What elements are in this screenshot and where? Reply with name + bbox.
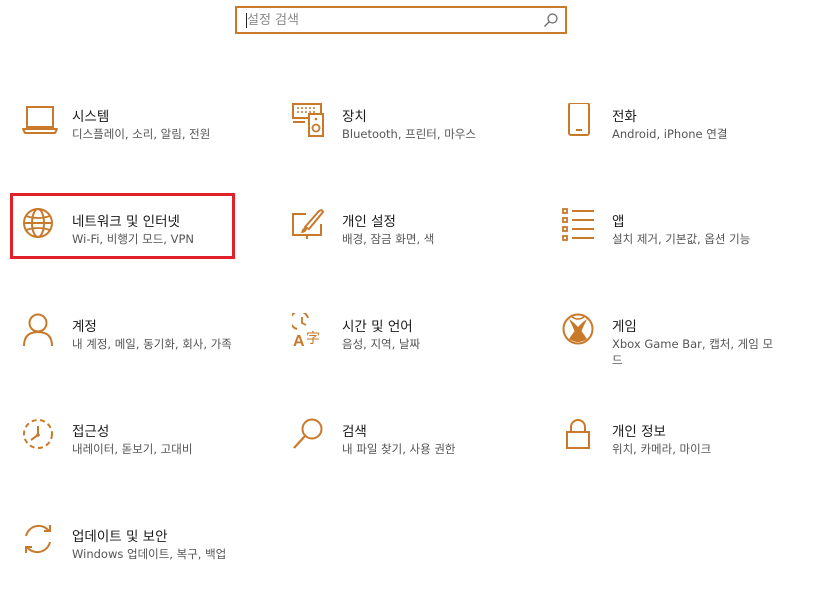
category-description: Xbox Game Bar, 캡처, 게임 모드 [612, 337, 774, 367]
devices-icon [292, 103, 328, 139]
category-ease-of-access[interactable]: 접근성 내레이터, 돋보기, 고대비 [22, 418, 267, 498]
category-update-security[interactable]: 업데이트 및 보안 Windows 업데이트, 복구, 백업 [22, 523, 267, 597]
category-title: 앱 [612, 214, 625, 230]
category-description: Android, iPhone 연결 [612, 127, 728, 141]
category-gaming[interactable]: 게임 Xbox Game Bar, 캡처, 게임 모드 [562, 313, 807, 393]
category-title: 계정 [72, 319, 97, 335]
category-description: 음성, 지역, 날짜 [342, 337, 421, 351]
svg-text:字: 字 [306, 331, 320, 347]
paint-brush-icon [292, 208, 328, 244]
category-devices[interactable]: 장치 Bluetooth, 프린터, 마우스 [292, 103, 537, 183]
lock-icon [562, 418, 598, 454]
settings-home: 시스템 디스플레이, 소리, 알림, 전원 장치 Bluetooth, 프린터,… [0, 0, 813, 597]
category-title: 시간 및 언어 [342, 319, 413, 335]
category-accounts[interactable]: 계정 내 계정, 메일, 동기화, 회사, 가족 [22, 313, 267, 393]
apps-list-icon [562, 208, 598, 244]
globe-icon [22, 208, 58, 244]
person-icon [22, 313, 58, 349]
category-title: 접근성 [72, 424, 110, 440]
category-phone[interactable]: 전화 Android, iPhone 연결 [562, 103, 807, 183]
category-system[interactable]: 시스템 디스플레이, 소리, 알림, 전원 [22, 103, 267, 183]
category-apps[interactable]: 앱 설치 제거, 기본값, 옵션 기능 [562, 208, 807, 288]
category-title: 개인 설정 [342, 214, 396, 230]
category-network[interactable]: 네트워크 및 인터넷 Wi-Fi, 비행기 모드, VPN [22, 208, 267, 288]
category-description: 내 계정, 메일, 동기화, 회사, 가족 [72, 337, 232, 351]
category-title: 업데이트 및 보안 [72, 529, 168, 545]
category-description: Windows 업데이트, 복구, 백업 [72, 547, 227, 561]
category-privacy[interactable]: 개인 정보 위치, 카메라, 마이크 [562, 418, 807, 498]
category-title: 개인 정보 [612, 424, 666, 440]
xbox-icon [562, 313, 598, 349]
category-title: 시스템 [72, 109, 110, 125]
sync-icon [22, 523, 58, 559]
category-description: 설치 제거, 기본값, 옵션 기능 [612, 232, 751, 246]
category-title: 네트워크 및 인터넷 [72, 214, 180, 230]
magnifier-icon [292, 418, 328, 454]
laptop-icon [22, 103, 58, 139]
category-search[interactable]: 검색 내 파일 찾기, 사용 권한 [292, 418, 537, 498]
category-time-language[interactable]: A 字 시간 및 언어 음성, 지역, 날짜 [292, 313, 537, 393]
phone-icon [562, 103, 598, 139]
language-icon: A 字 [292, 313, 328, 349]
search-icon[interactable] [543, 12, 559, 28]
svg-text:A: A [293, 333, 305, 349]
category-description: Bluetooth, 프린터, 마우스 [342, 127, 476, 141]
category-description: 내레이터, 돋보기, 고대비 [72, 442, 193, 456]
category-title: 게임 [612, 319, 637, 335]
category-personalization[interactable]: 개인 설정 배경, 잠금 화면, 색 [292, 208, 537, 288]
search-box[interactable] [235, 6, 567, 34]
category-description: 내 파일 찾기, 사용 권한 [342, 442, 456, 456]
category-title: 장치 [342, 109, 367, 125]
category-description: 디스플레이, 소리, 알림, 전원 [72, 127, 211, 141]
category-title: 검색 [342, 424, 367, 440]
category-title: 전화 [612, 109, 637, 125]
category-description: 위치, 카메라, 마이크 [612, 442, 712, 456]
search-input[interactable] [247, 8, 537, 32]
category-description: Wi-Fi, 비행기 모드, VPN [72, 232, 195, 246]
category-description: 배경, 잠금 화면, 색 [342, 232, 435, 246]
ease-of-access-icon [22, 418, 58, 454]
